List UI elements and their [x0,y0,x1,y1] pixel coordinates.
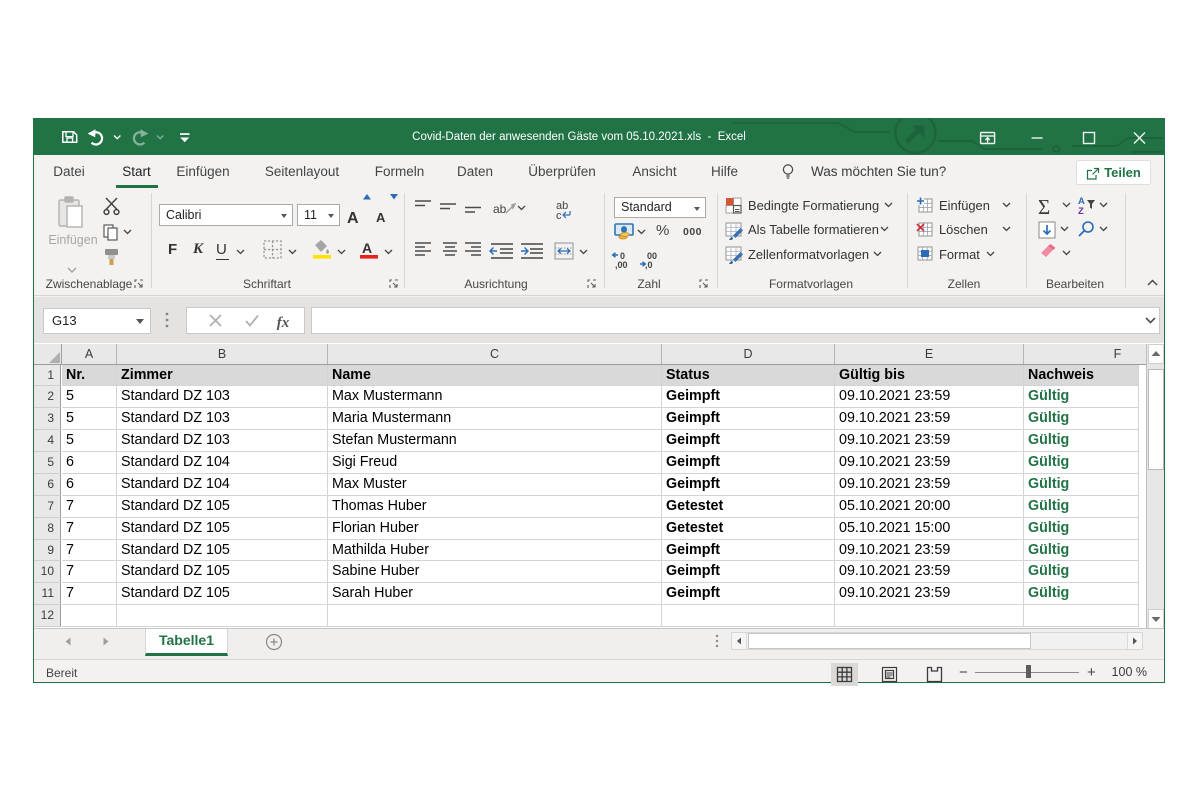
svg-text:A: A [376,210,386,225]
svg-text:A: A [347,210,359,227]
svg-text:A: A [362,240,372,256]
svg-text:Z: Z [1078,206,1084,217]
svg-text:Σ: Σ [1038,195,1050,219]
svg-text:,00: ,00 [615,260,628,270]
svg-text:,0: ,0 [645,260,653,270]
svg-text:fx: fx [277,315,290,331]
svg-text:c: c [556,210,562,222]
svg-text:ab: ab [493,202,507,216]
